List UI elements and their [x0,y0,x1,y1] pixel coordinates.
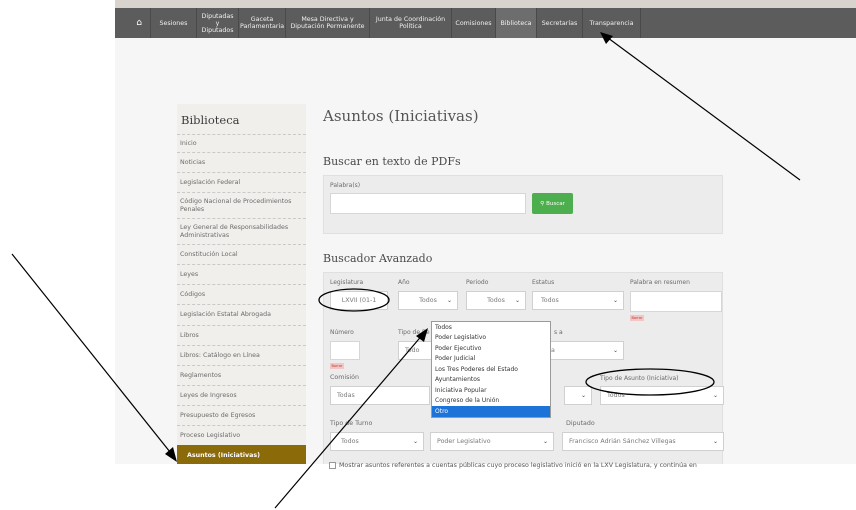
arrow-to-dropdown [274,332,425,509]
page: ⌂ Sesiones Diputadas y Diputados Gaceta … [0,0,856,510]
legislatura-circle [318,288,390,312]
tipo-asunto-circle [585,368,715,396]
annotation-overlay [11,32,801,509]
arrow-to-biblioteca [603,34,801,181]
arrow-head-biblioteca [600,32,613,44]
arrow-head-asuntos [165,447,177,462]
arrow-to-asuntos [11,253,175,458]
